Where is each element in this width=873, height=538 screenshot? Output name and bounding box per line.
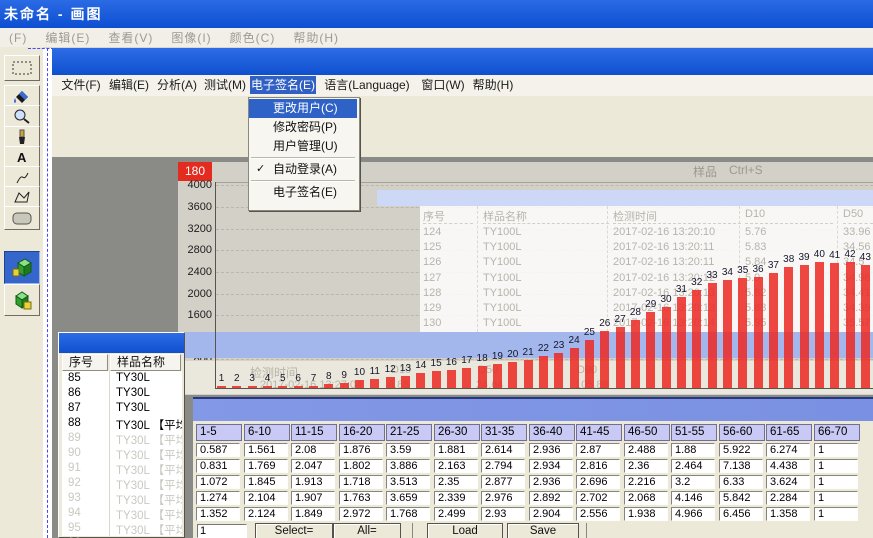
- esignature-dropdown: 更改用户(C)修改密码(P)用户管理(U)自动登录(A)✓电子签名(E): [0, 0, 873, 538]
- dropdown-item-修改密码(P)[interactable]: 修改密码(P): [249, 118, 357, 137]
- screen: 未命名 - 画图 (F)编辑(E)查看(V)图像(I)颜色(C)帮助(H) A …: [0, 0, 873, 538]
- dropdown-item-更改用户(C)[interactable]: 更改用户(C): [249, 99, 357, 118]
- dropdown-separator: [251, 180, 355, 182]
- checkmark-icon: ✓: [256, 162, 265, 175]
- dropdown-item-电子签名(E)[interactable]: 电子签名(E): [249, 183, 357, 202]
- dropdown-separator: [251, 157, 355, 159]
- dropdown-item-用户管理(U)[interactable]: 用户管理(U): [249, 137, 357, 156]
